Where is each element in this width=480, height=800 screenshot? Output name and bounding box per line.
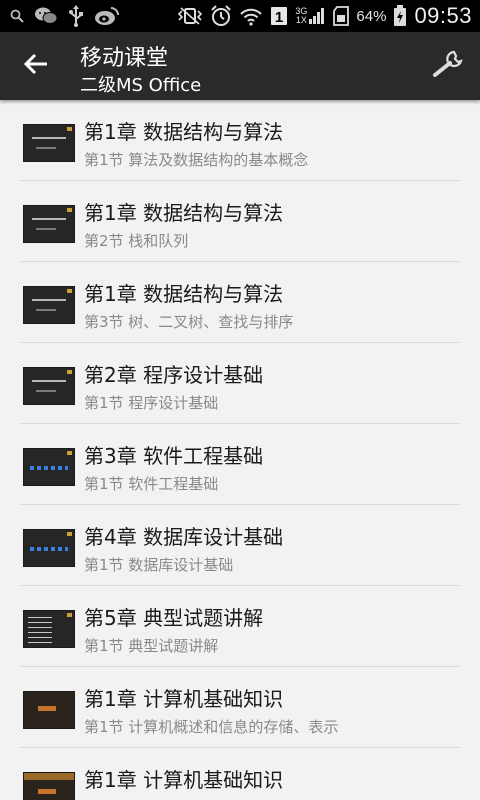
lesson-thumbnail [23,772,75,800]
alarm-icon [210,5,232,27]
battery-icon [393,5,407,27]
lesson-list-item[interactable]: 第5章 典型试题讲解 第1节 典型试题讲解 [0,586,480,667]
status-bar: 1 3G 1X 64% 09:53 [0,0,480,32]
lesson-title: 第1章 数据结构与算法 [84,201,284,225]
back-button[interactable] [16,48,56,84]
sd-card-icon [333,6,350,26]
weibo-icon [94,6,120,26]
lesson-thumbnail [23,529,75,567]
usb-icon [68,5,84,27]
battery-percent: 64% [356,7,387,25]
network-type-label: 3G 1X [295,7,307,25]
lesson-title: 第4章 数据库设计基础 [84,525,284,549]
lesson-list-item[interactable]: 第1章 数据结构与算法 第2节 栈和队列 [0,181,480,262]
lesson-subtitle: 第2节 栈和队列 [84,232,189,250]
lesson-title: 第1章 计算机基础知识 [84,687,284,711]
lesson-subtitle: 第1节 数据库设计基础 [84,556,234,574]
lesson-title: 第1章 数据结构与算法 [84,120,284,144]
lesson-subtitle: 第1节 软件工程基础 [84,475,219,493]
lesson-list-item[interactable]: 第2章 程序设计基础 第1节 程序设计基础 [0,343,480,424]
status-bar-right: 1 3G 1X 64% 09:53 [177,0,472,32]
clock: 09:53 [414,3,472,28]
page-subtitle: 二级MS Office [80,75,202,96]
lesson-thumbnail [23,367,75,405]
lesson-subtitle: 第1节 算法及数据结构的基本概念 [84,151,309,169]
lesson-list-item[interactable]: 第4章 数据库设计基础 第1节 数据库设计基础 [0,505,480,586]
lesson-title: 第5章 典型试题讲解 [84,606,264,630]
network-bottom-label: 1X [295,15,307,25]
lesson-title: 第2章 程序设计基础 [84,363,264,387]
wechat-icon [34,6,58,26]
lesson-list: 第1章 数据结构与算法 第1节 算法及数据结构的基本概念 第1章 数据结构与算法… [0,100,480,800]
search-icon [10,9,24,23]
lesson-thumbnail [23,448,75,486]
lesson-thumbnail [23,610,75,648]
lesson-thumbnail [23,286,75,324]
lesson-subtitle: 第3节 树、二叉树、查找与排序 [84,313,294,331]
lesson-title: 第1章 计算机基础知识 [84,768,284,792]
lesson-thumbnail [23,691,75,729]
signal-icon: 3G 1X [295,7,326,25]
lesson-subtitle: 第1节 计算机概述和信息的存储、表示 [84,718,339,736]
app-toolbar: 移动课堂 二级MS Office [0,32,480,100]
lesson-title: 第1章 数据结构与算法 [84,282,284,306]
back-arrow-icon [23,53,49,79]
lesson-list-item[interactable]: 第1章 计算机基础知识 第1节 计算机概述和信息的存储、表示 [0,667,480,748]
settings-button[interactable] [428,48,468,84]
lesson-list-item[interactable]: 第1章 数据结构与算法 第1节 算法及数据结构的基本概念 [0,100,480,181]
lesson-list-item[interactable]: 第1章 计算机基础知识 [0,748,480,800]
wrench-icon [430,49,466,83]
page-title: 移动课堂 [80,46,169,71]
lesson-list-item[interactable]: 第3章 软件工程基础 第1节 软件工程基础 [0,424,480,505]
lesson-subtitle: 第1节 典型试题讲解 [84,637,219,655]
lesson-subtitle: 第1节 程序设计基础 [84,394,219,412]
lesson-title: 第3章 软件工程基础 [84,444,264,468]
status-bar-left [10,0,120,32]
vibrate-icon [177,6,203,26]
sim-1-icon: 1 [270,6,288,26]
lesson-thumbnail [23,124,75,162]
lesson-thumbnail [23,205,75,243]
sim-label: 1 [275,9,283,26]
wifi-icon [239,6,263,26]
lesson-list-item[interactable]: 第1章 数据结构与算法 第3节 树、二叉树、查找与排序 [0,262,480,343]
